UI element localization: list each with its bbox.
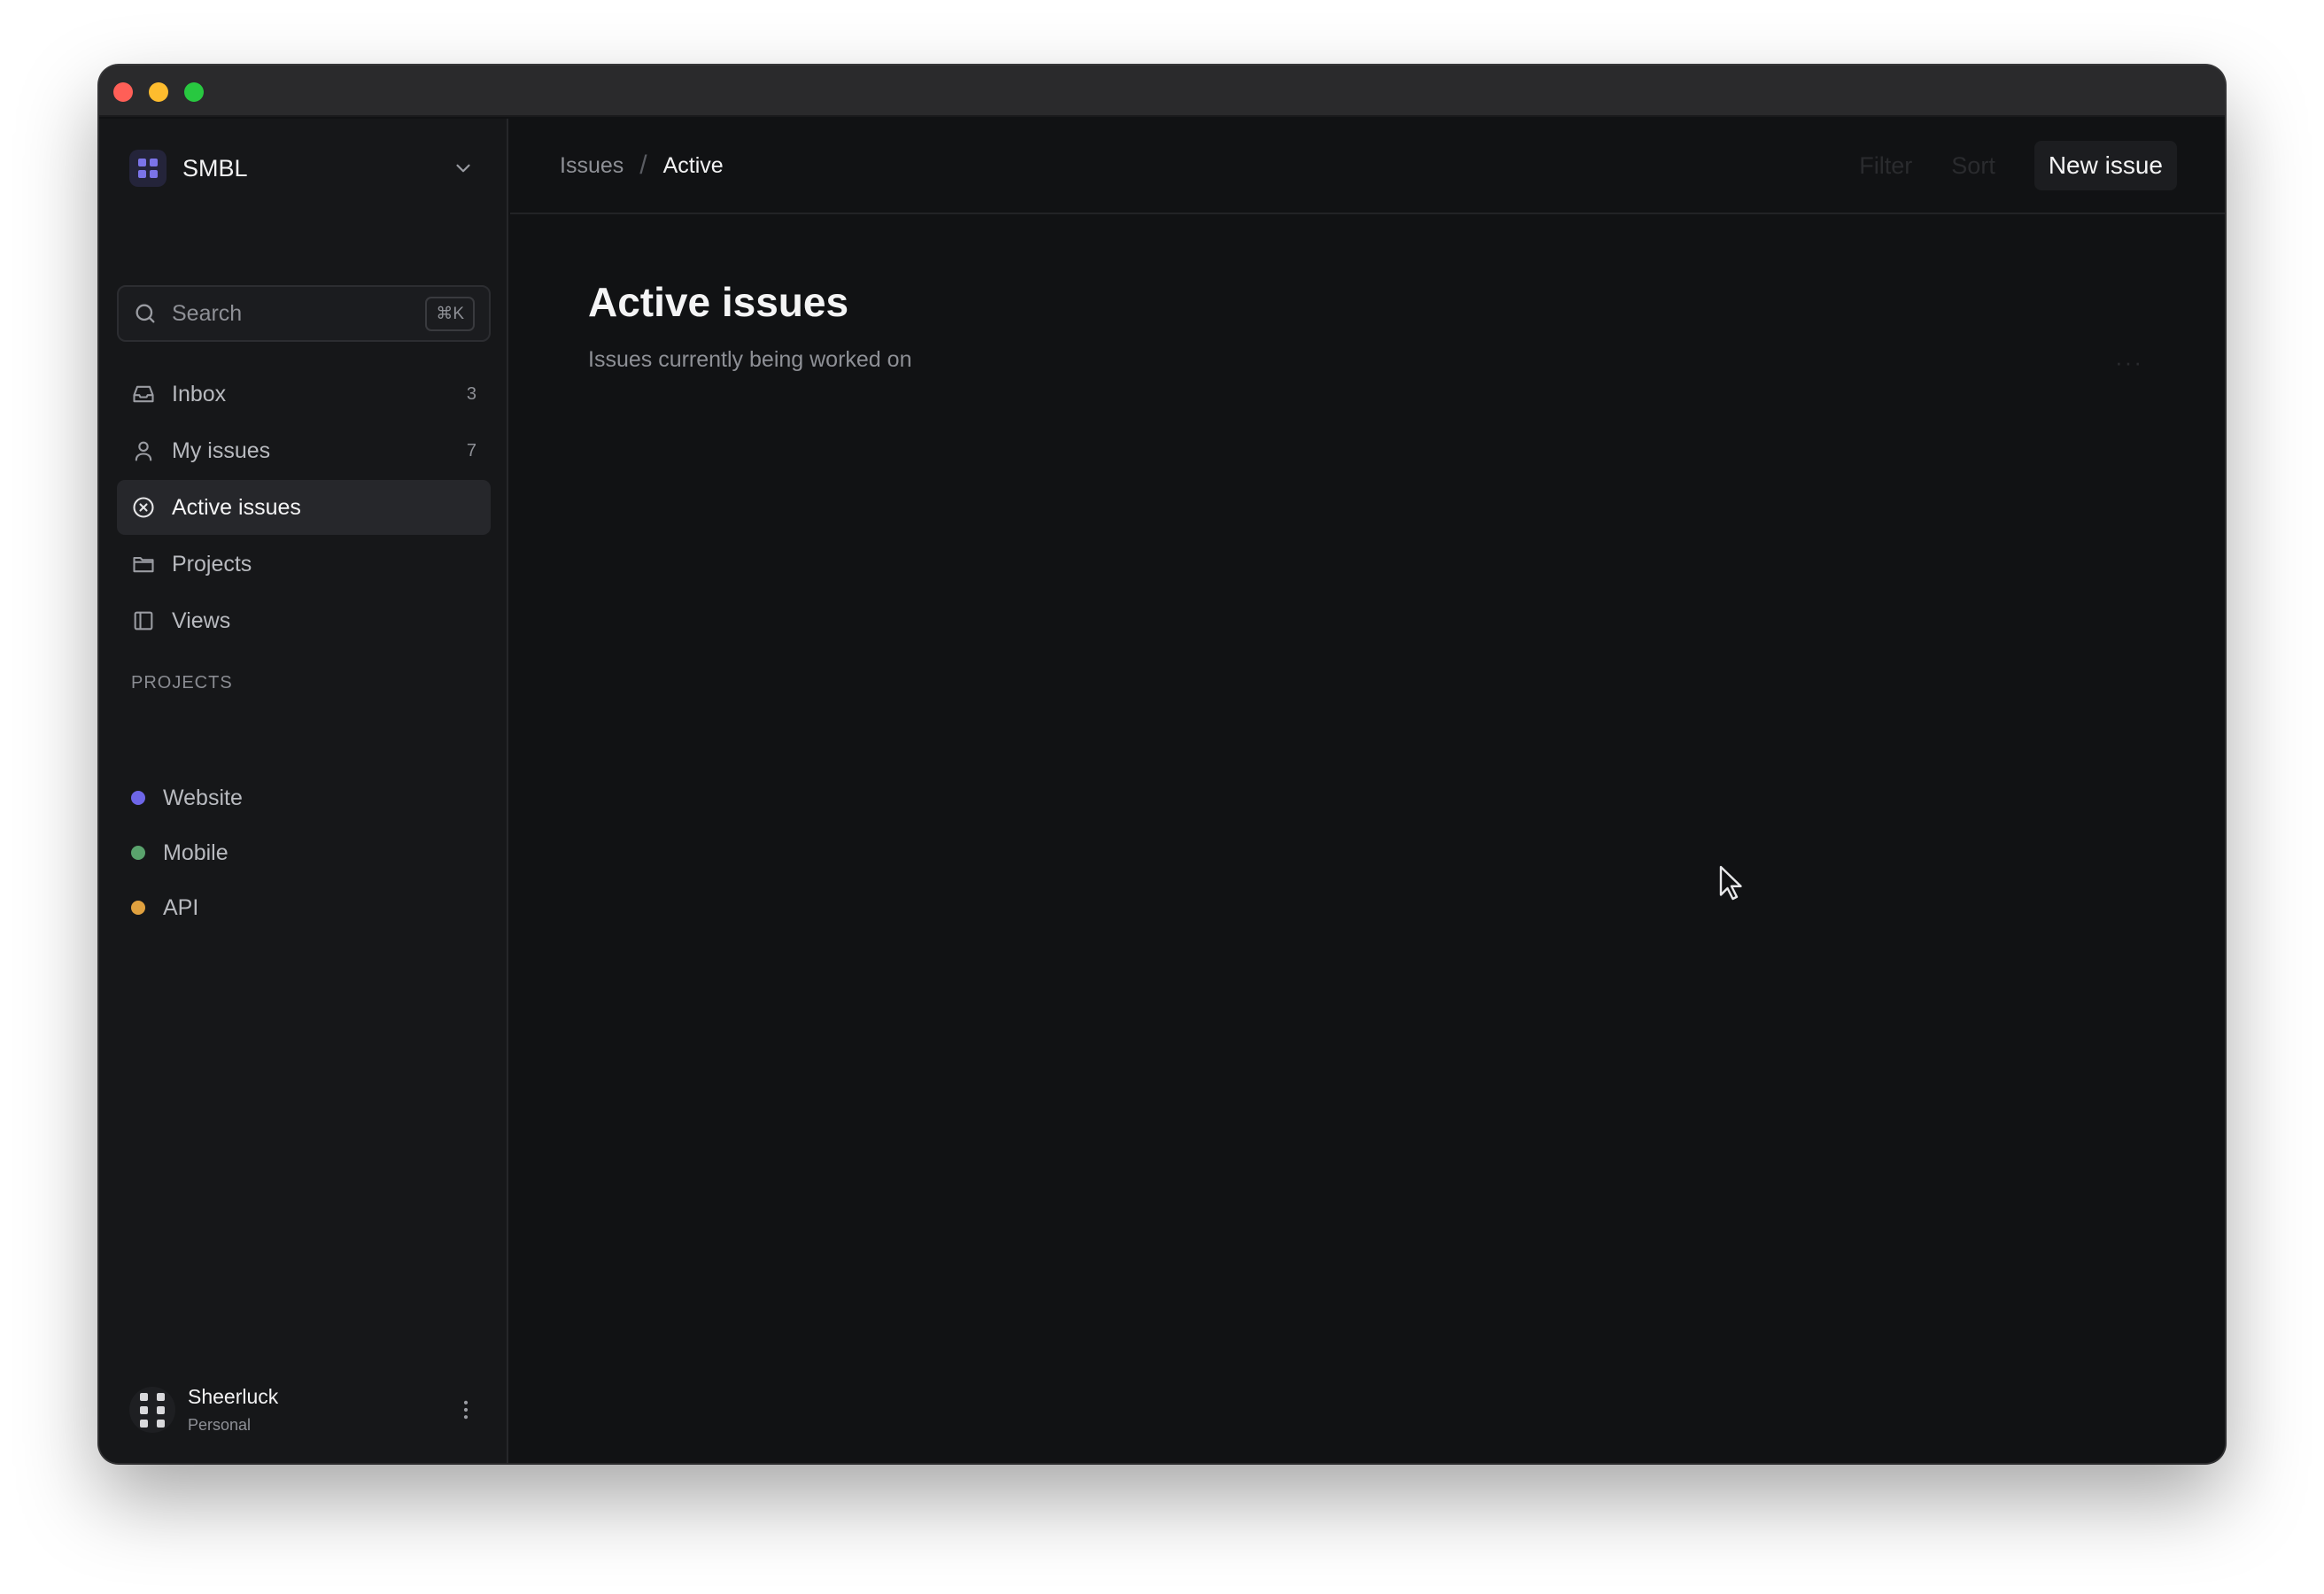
layout-icon xyxy=(134,611,153,631)
workspace-switcher[interactable]: SMBL xyxy=(129,147,478,190)
sidebar-item-label: Active issues xyxy=(172,494,301,520)
workspace-name: SMBL xyxy=(182,154,248,182)
top-bar: Issues / Active Filter Sort New issue xyxy=(510,119,2225,214)
grid-logo-icon xyxy=(129,150,167,187)
breadcrumb-separator: / xyxy=(639,151,647,180)
sidebar-item-label: Projects xyxy=(172,551,252,576)
sidebar-item-my-issues[interactable]: My issues 7 xyxy=(117,423,491,478)
more-options-button[interactable]: ··· xyxy=(2115,349,2143,376)
user-icon xyxy=(135,441,152,461)
title-bar xyxy=(99,66,2225,117)
breadcrumb-current: Active xyxy=(662,152,724,178)
filter-button[interactable]: Filter xyxy=(1859,152,1912,180)
projects-list: Website Mobile API xyxy=(117,770,491,935)
sidebar-item-active-issues[interactable]: Active issues xyxy=(117,480,491,535)
project-color-dot xyxy=(131,791,145,805)
project-label: Mobile xyxy=(163,840,229,865)
maximize-window-button[interactable] xyxy=(184,82,204,102)
close-window-button[interactable] xyxy=(113,82,133,102)
search-shortcut-badge: ⌘K xyxy=(425,296,475,331)
sidebar-item-projects[interactable]: Projects xyxy=(117,537,491,592)
new-issue-button[interactable]: New issue xyxy=(2034,141,2177,190)
breadcrumb-issues-link[interactable]: Issues xyxy=(560,153,624,179)
inbox-count: 3 xyxy=(466,383,476,404)
projects-section-title: PROJECTS xyxy=(131,673,233,693)
project-item-mobile[interactable]: Mobile xyxy=(117,825,491,880)
sidebar-item-label: Views xyxy=(172,607,231,633)
app-window: SMBL Search ⌘K Inbox 3 My issues 7 Activ… xyxy=(99,66,2225,1463)
project-item-website[interactable]: Website xyxy=(117,770,491,825)
user-plan: Personal xyxy=(188,1416,252,1434)
search-placeholder: Search xyxy=(172,300,243,326)
header-actions: Filter Sort New issue xyxy=(1859,141,2177,190)
page-title: Active issues xyxy=(588,279,849,325)
sidebar-item-label: My issues xyxy=(172,437,271,463)
sidebar: SMBL Search ⌘K Inbox 3 My issues 7 Activ… xyxy=(99,119,508,1463)
project-item-api[interactable]: API xyxy=(117,880,491,935)
minimize-window-button[interactable] xyxy=(149,82,168,102)
chevron-down-icon[interactable] xyxy=(452,157,475,180)
project-color-dot xyxy=(131,901,145,915)
project-label: Website xyxy=(163,785,243,810)
sidebar-nav: Inbox 3 My issues 7 Active issues Projec… xyxy=(117,367,491,650)
main-content: Issues / Active Filter Sort New issue Ac… xyxy=(510,119,2225,1463)
project-label: API xyxy=(163,894,199,920)
mouse-cursor-icon xyxy=(1719,865,1742,901)
folder-icon xyxy=(133,556,154,573)
circle-x-icon xyxy=(133,497,154,518)
user-info: Sheerluck Personal xyxy=(188,1385,278,1435)
page-subtitle: Issues currently being worked on xyxy=(588,347,912,372)
more-vertical-icon[interactable] xyxy=(453,1397,478,1422)
sidebar-item-views[interactable]: Views xyxy=(117,593,491,648)
sort-button[interactable]: Sort xyxy=(1951,152,1995,180)
project-color-dot xyxy=(131,846,145,860)
my-issues-count: 7 xyxy=(466,440,476,460)
sidebar-item-label: Inbox xyxy=(172,381,227,406)
user-name: Sheerluck xyxy=(188,1385,279,1408)
search-input[interactable]: Search ⌘K xyxy=(117,285,491,342)
sidebar-item-inbox[interactable]: Inbox 3 xyxy=(117,367,491,422)
breadcrumb: Issues / Active xyxy=(560,151,724,181)
user-profile[interactable]: Sheerluck Personal xyxy=(129,1380,478,1440)
inbox-icon xyxy=(133,385,154,403)
search-icon xyxy=(136,304,155,323)
avatar xyxy=(129,1387,175,1433)
